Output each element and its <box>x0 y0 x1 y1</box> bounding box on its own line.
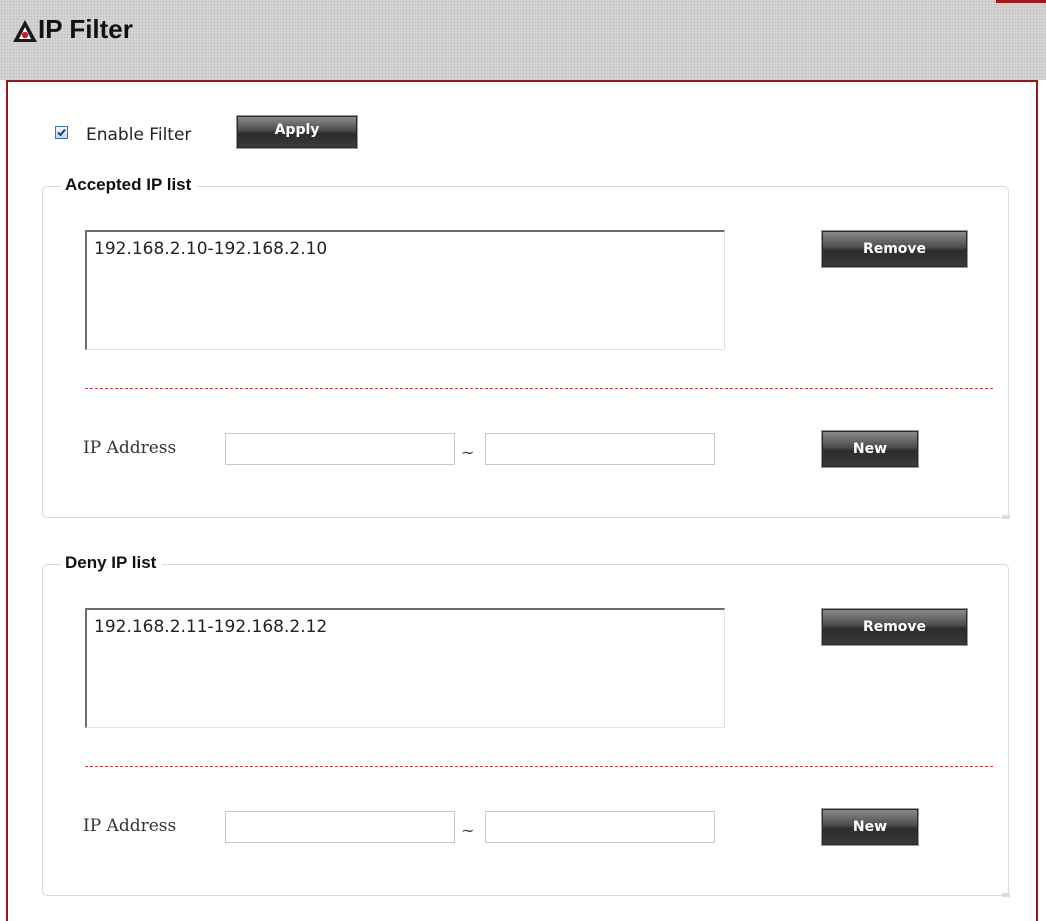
accepted-ip-listbox[interactable]: 192.168.2.10-192.168.2.10 <box>85 230 725 350</box>
accepted-ip-end-input[interactable] <box>485 433 715 465</box>
checkmark-icon <box>57 128 66 137</box>
resize-grip <box>1002 893 1010 897</box>
ip-filter-page: IP Filter Enable Filter Apply Accepted I… <box>0 0 1046 921</box>
deny-ip-listbox[interactable]: 192.168.2.11-192.168.2.12 <box>85 608 725 728</box>
range-separator: ~ <box>461 821 475 840</box>
header-accent-bar <box>996 0 1046 3</box>
accepted-ip-legend: Accepted IP list <box>61 174 198 196</box>
accepted-remove-button[interactable]: Remove <box>821 230 968 268</box>
list-item[interactable]: 192.168.2.10-192.168.2.10 <box>94 238 327 260</box>
deny-ip-address-label: IP Address <box>83 816 177 836</box>
deny-ip-end-input[interactable] <box>485 811 715 843</box>
page-header: IP Filter <box>0 0 1046 80</box>
list-item[interactable]: 192.168.2.11-192.168.2.12 <box>94 616 327 638</box>
deny-remove-button[interactable]: Remove <box>821 608 968 646</box>
accepted-new-button[interactable]: New <box>821 430 919 468</box>
apply-button[interactable]: Apply <box>236 115 358 149</box>
page-title: IP Filter <box>38 14 133 44</box>
accepted-ip-start-input[interactable] <box>225 433 455 465</box>
range-separator: ~ <box>461 443 475 462</box>
enable-filter-checkbox[interactable] <box>55 126 68 139</box>
deny-ip-group: Deny IP list 192.168.2.11-192.168.2.12 R… <box>42 552 1010 897</box>
enable-filter-label[interactable]: Enable Filter <box>86 124 191 146</box>
accepted-ip-address-label: IP Address <box>83 438 177 458</box>
deny-ip-legend: Deny IP list <box>61 552 163 574</box>
divider <box>85 766 993 767</box>
accepted-ip-group: Accepted IP list 192.168.2.10-192.168.2.… <box>42 174 1010 519</box>
divider <box>85 388 993 389</box>
logo-icon <box>13 20 37 42</box>
deny-new-button[interactable]: New <box>821 808 919 846</box>
resize-grip <box>1002 515 1010 519</box>
deny-ip-start-input[interactable] <box>225 811 455 843</box>
